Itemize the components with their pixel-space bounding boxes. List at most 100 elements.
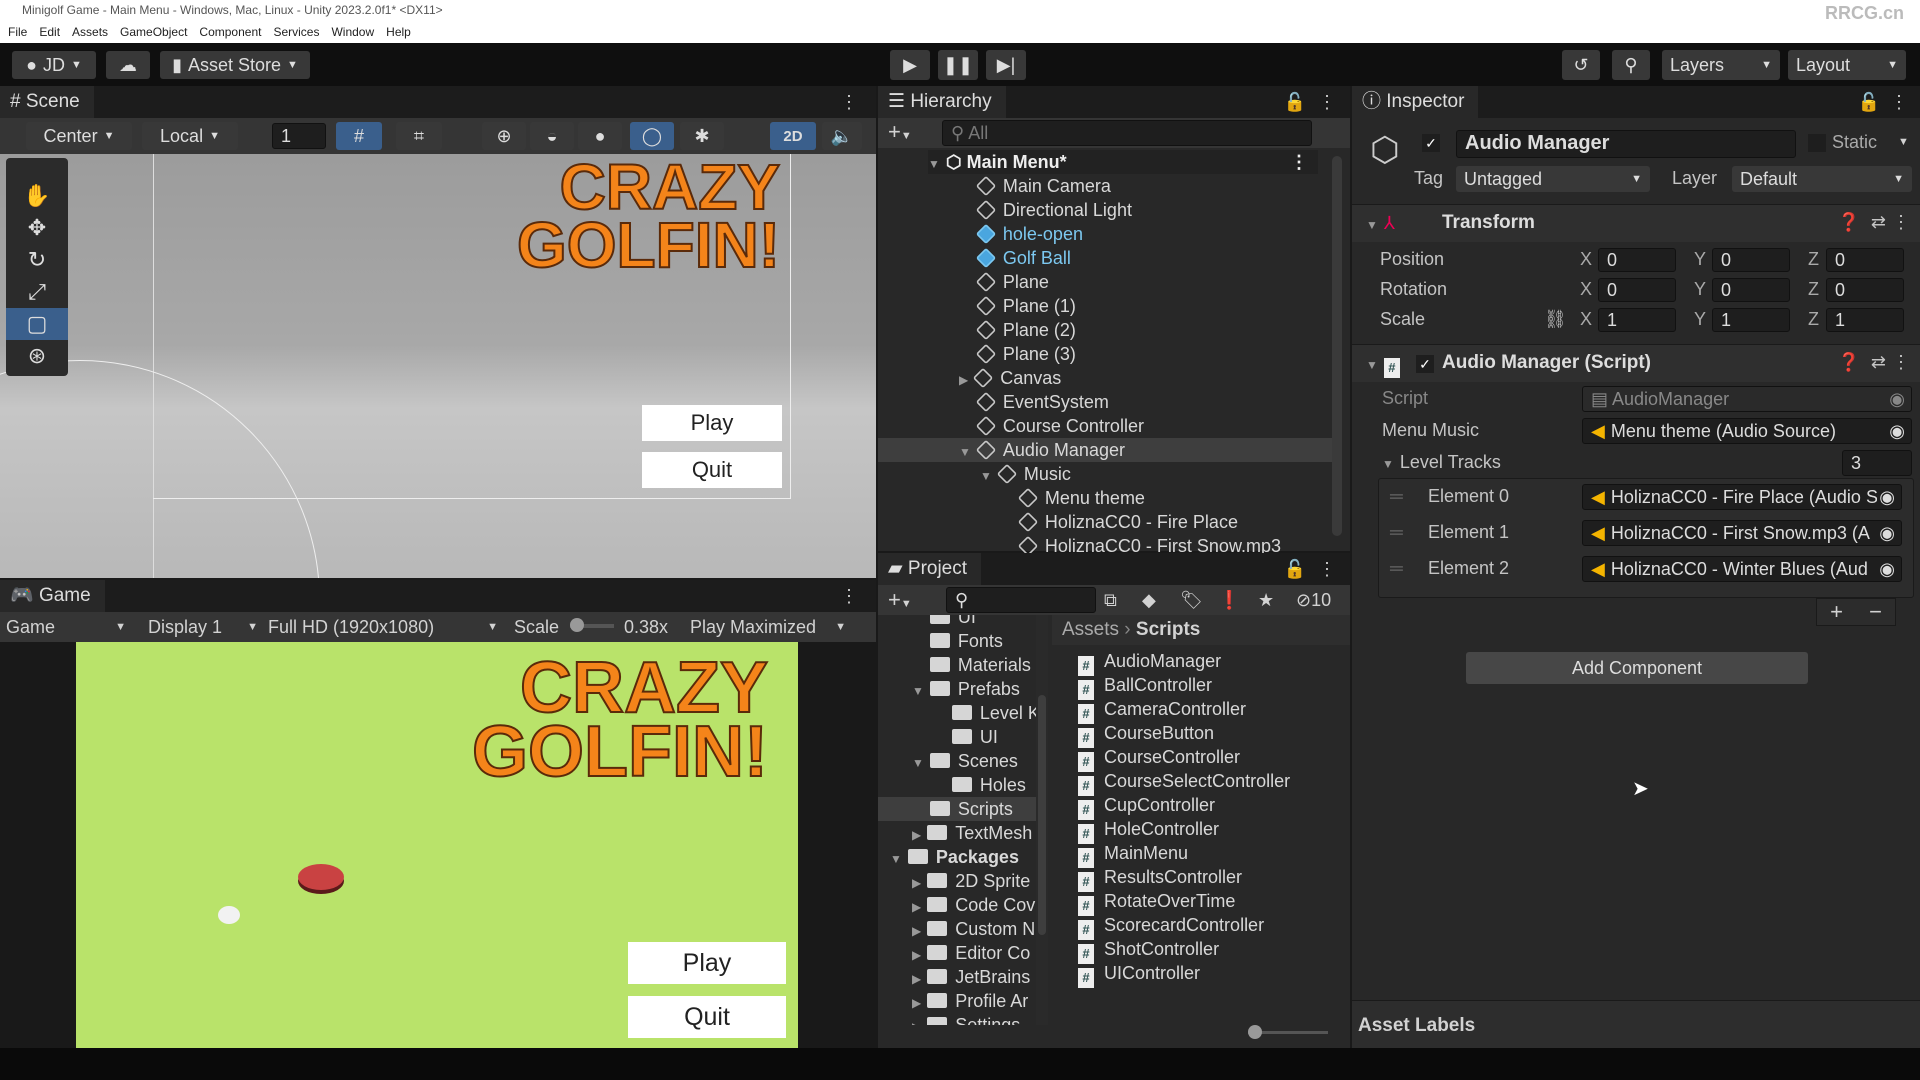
grid-snap-button[interactable]: # (336, 122, 382, 150)
more-icon[interactable]: ⋮ (1318, 92, 1336, 113)
folder-item[interactable]: ▼ Packages (878, 845, 1038, 869)
drag-handle-icon[interactable]: ═ (1390, 558, 1403, 579)
scene-play-button[interactable]: Play (642, 405, 782, 441)
pivot-dropdown[interactable]: Center ▼ (26, 122, 132, 150)
script-file[interactable]: # ShotController (1078, 937, 1219, 964)
warning-icon[interactable]: ❗ (1218, 585, 1240, 615)
rotate-tool-icon[interactable]: ↻ (6, 244, 68, 276)
element-field[interactable]: ◀ HoliznaCC0 - First Snow.mp3 (A ◉ (1582, 520, 1902, 546)
transform-position-y-input[interactable]: 0 (1712, 248, 1790, 272)
script-file[interactable]: # MainMenu (1078, 841, 1188, 868)
breadcrumb-scripts[interactable]: Scripts (1136, 619, 1200, 640)
layer-dropdown[interactable]: Default ▼ (1732, 166, 1912, 192)
add-element-button[interactable]: + (1830, 599, 1843, 625)
element-field[interactable]: ◀ HoliznaCC0 - Fire Place (Audio S ◉ (1582, 484, 1902, 510)
play-mode-dropdown[interactable]: Play Maximized ▼ (690, 612, 846, 642)
resolution-dropdown[interactable]: Full HD (1920x1080) ▼ (268, 612, 498, 642)
menu-item-services[interactable]: Services (273, 21, 319, 43)
transform-rotation-x-input[interactable]: 0 (1598, 278, 1676, 302)
hierarchy-scrollbar[interactable] (1332, 156, 1342, 536)
hierarchy-item[interactable]: ▼EventSystem (878, 390, 1332, 414)
add-component-button[interactable]: Add Component (1466, 652, 1808, 684)
play-button[interactable]: ▶ (890, 50, 930, 80)
folder-item[interactable]: ▶ Custom N (878, 917, 1038, 941)
menu-item-file[interactable]: File (8, 21, 27, 43)
account-button[interactable]: ● JD ▼ (12, 51, 96, 79)
expand-arrow-icon[interactable]: ▶ (912, 876, 921, 890)
transform-scale-y-input[interactable]: 1 (1712, 308, 1790, 332)
script-file[interactable]: # CourseButton (1078, 721, 1214, 748)
gizmos-button[interactable]: ✱ (680, 122, 724, 150)
tag-dropdown[interactable]: Untagged ▼ (1456, 166, 1650, 192)
hand-tool-icon[interactable]: ✋ (6, 180, 68, 212)
create-button[interactable]: +▼ (888, 585, 912, 619)
folder-item[interactable]: ▶ Code Cov (878, 893, 1038, 917)
expand-arrow-icon[interactable]: ▶ (912, 996, 921, 1010)
collapse-arrow-icon[interactable]: ▶ (959, 373, 968, 387)
transform-rotation-z-input[interactable]: 0 (1826, 278, 1904, 302)
menu-item-component[interactable]: Component (199, 21, 261, 43)
transform-tool-icon[interactable]: ⊛ (6, 340, 68, 372)
lock-icon[interactable]: 🔓 (1284, 92, 1306, 113)
transform-scale-x-input[interactable]: 1 (1598, 308, 1676, 332)
menu-item-assets[interactable]: Assets (72, 21, 108, 43)
asset-labels-section[interactable]: Asset Labels (1352, 1000, 1920, 1048)
increment-snap-button[interactable]: ⌗ (396, 122, 442, 150)
breadcrumb-assets[interactable]: Assets (1062, 619, 1119, 640)
script-file[interactable]: # UIController (1078, 961, 1200, 988)
folder-item[interactable]: ▼Scripts (878, 797, 1038, 821)
menu-music-field[interactable]: ◀ Menu theme (Audio Source) ◉ (1582, 418, 1912, 444)
lock-icon[interactable]: 🔓 (1284, 559, 1306, 580)
expand-arrow-icon[interactable]: ▶ (912, 924, 921, 938)
game-quit-button[interactable]: Quit (628, 996, 786, 1038)
transform-rotation-y-input[interactable]: 0 (1712, 278, 1790, 302)
tab-project[interactable]: ▰ Project (878, 553, 982, 585)
layout-dropdown[interactable]: Layout ▼ (1788, 50, 1906, 80)
object-picker-icon[interactable]: ◉ (1877, 485, 1895, 509)
expand-arrow-icon[interactable]: ▼ (890, 852, 902, 866)
script-file[interactable]: # RotateOverTime (1078, 889, 1235, 916)
display-dropdown[interactable]: Display 1 ▼ (148, 612, 258, 642)
add-button[interactable]: +▼ (888, 119, 912, 145)
more-icon[interactable]: ⋮ (1318, 559, 1336, 580)
layers-dropdown[interactable]: Layers ▼ (1662, 50, 1780, 80)
hierarchy-item[interactable]: ▼Directional Light (878, 198, 1332, 222)
cloud-button[interactable]: ☁ (106, 51, 150, 79)
more-icon[interactable]: ⋮ (840, 586, 858, 607)
wireframe-button[interactable]: ⊕ (482, 122, 526, 150)
project-search-input[interactable]: ⚲ (946, 587, 1096, 613)
folder-item[interactable]: ▼UI (878, 725, 1038, 749)
scene-root[interactable]: ▼ ⬡ Main Menu* ⋮ (928, 150, 1318, 174)
hierarchy-item[interactable]: ▼HoliznaCC0 - Fire Place (878, 510, 1332, 534)
expand-arrow-icon[interactable]: ▶ (912, 1020, 921, 1025)
hierarchy-item[interactable]: ▼Golf Ball (878, 246, 1332, 270)
filter-label-icon[interactable]: 🏷 (1180, 585, 1203, 615)
expand-arrow-icon[interactable]: ▶ (912, 948, 921, 962)
folder-item[interactable]: ▼UI (878, 615, 1038, 629)
folder-item[interactable]: ▶ Editor Co (878, 941, 1038, 965)
favorite-star-icon[interactable]: ★ (1258, 585, 1274, 615)
script-file[interactable]: # ScorecardController (1078, 913, 1264, 940)
shaded-wireframe-button[interactable]: ◒ (530, 122, 574, 150)
expand-arrow-icon[interactable]: ▼ (980, 469, 992, 483)
step-button[interactable]: ▶| (986, 50, 1026, 80)
element-field[interactable]: ◀ HoliznaCC0 - Winter Blues (Aud ◉ (1582, 556, 1902, 582)
scale-slider[interactable] (570, 618, 614, 632)
folder-item[interactable]: ▶ 2D Sprite (878, 869, 1038, 893)
tab-scene[interactable]: # Scene (0, 86, 94, 118)
tab-game[interactable]: 🎮 Game (0, 580, 105, 612)
folder-item[interactable]: ▼ Prefabs (878, 677, 1038, 701)
rect-tool-icon[interactable]: ▢ (6, 308, 68, 340)
transform-position-x-input[interactable]: 0 (1598, 248, 1676, 272)
move-tool-icon[interactable]: ✥ (6, 212, 68, 244)
transform-scale-z-input[interactable]: 1 (1826, 308, 1904, 332)
menu-item-window[interactable]: Window (331, 21, 374, 43)
2d-mode-button[interactable]: 2D (770, 122, 816, 150)
script-file[interactable]: # BallController (1078, 673, 1212, 700)
hierarchy-item[interactable]: ▼Main Camera (878, 174, 1332, 198)
hierarchy-item[interactable]: ▼Plane (1) (878, 294, 1332, 318)
transform-position-z-input[interactable]: 0 (1826, 248, 1904, 272)
search-scope-icon[interactable]: ⧉ (1104, 585, 1117, 615)
script-file[interactable]: # CourseSelectController (1078, 769, 1290, 796)
lighting-button[interactable]: ◯ (630, 122, 674, 150)
